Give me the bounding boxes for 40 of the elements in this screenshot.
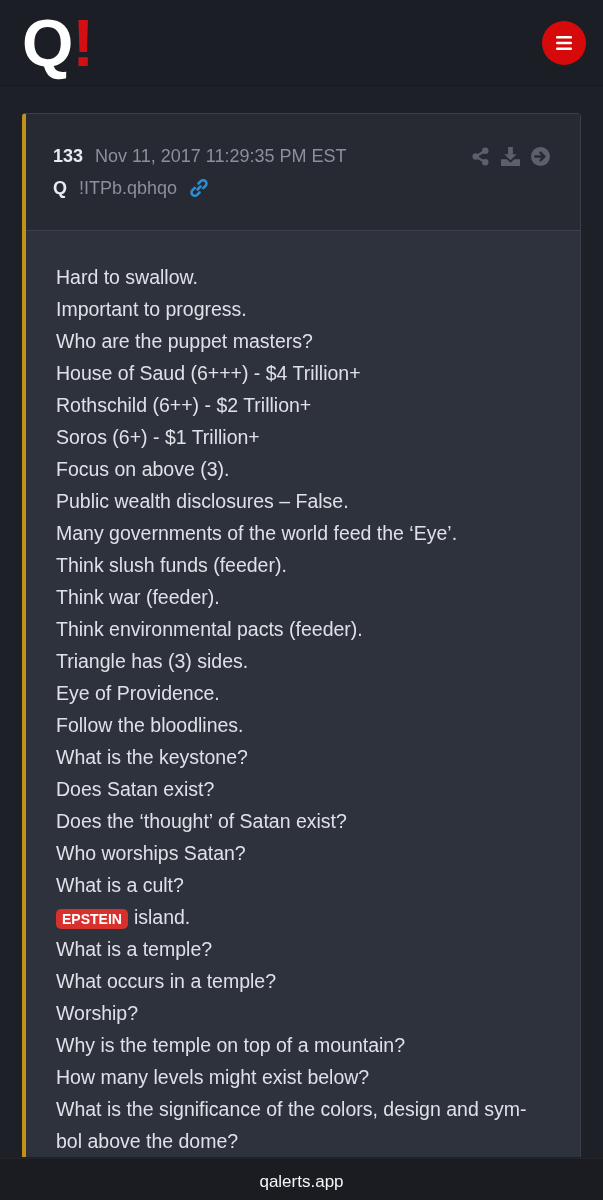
post-line: Think war (feeder). bbox=[56, 585, 221, 610]
post-line: House of Saud (6+++) - $4 Trillion+ bbox=[56, 361, 362, 386]
menu-button[interactable] bbox=[542, 20, 586, 65]
arrow-circle-icon[interactable] bbox=[531, 146, 550, 166]
post-line: Follow the bloodlines. bbox=[56, 713, 245, 738]
link-icon[interactable] bbox=[189, 178, 210, 198]
post-line: Public wealth disclosures – False. bbox=[56, 489, 350, 514]
menu-icon bbox=[556, 35, 572, 50]
author-name: Q bbox=[53, 177, 67, 199]
post-line: Rothschild (6++) - $2 Trillion+ bbox=[56, 393, 313, 418]
post-line: Worship? bbox=[56, 1001, 139, 1026]
post-line: Think environmental pacts (feeder). bbox=[56, 617, 364, 642]
post-number: 133 bbox=[53, 145, 84, 167]
post-line: What is the significance of the colors, design and sym- bbox=[56, 1097, 528, 1122]
post-line: What is a temple? bbox=[56, 937, 214, 962]
post-line: Important to progress. bbox=[56, 297, 248, 322]
post-timestamp: Nov 11, 2017 11:29:35 PM EST bbox=[95, 145, 347, 167]
post-line: Why is the temple on top of a mountain? bbox=[56, 1033, 407, 1058]
post-line: Triangle has (3) sides. bbox=[56, 649, 250, 674]
share-icon[interactable] bbox=[471, 146, 490, 166]
download-icon[interactable] bbox=[501, 146, 520, 166]
post-line: Many governments of the world feed the ‘Eye’. bbox=[56, 521, 459, 546]
post-line: Soros (6+) - $1 Trillion+ bbox=[56, 425, 261, 450]
post-line: What is a cult? bbox=[56, 873, 185, 898]
post-line: bol above the dome? bbox=[56, 1129, 240, 1154]
post-line: Hard to swallow. bbox=[56, 265, 199, 290]
post-line: island. bbox=[133, 905, 191, 930]
post-line: How many levels might exist below? bbox=[56, 1065, 371, 1090]
post-line: Does Satan exist? bbox=[56, 777, 216, 802]
url-text[interactable]: qalerts.app bbox=[259, 1171, 344, 1192]
post-line: Eye of Providence. bbox=[56, 681, 221, 706]
name-tag: EPSTEIN bbox=[56, 908, 128, 929]
post-line: Does the ‘thought’ of Satan exist? bbox=[56, 809, 348, 834]
post-line: Who are the puppet masters? bbox=[56, 329, 314, 354]
post-line: What is the keystone? bbox=[56, 745, 249, 770]
post-line: Who worships Satan? bbox=[56, 841, 247, 866]
tripcode: !ITPb.qbhqo bbox=[79, 177, 178, 199]
post-line: Focus on above (3). bbox=[56, 457, 231, 482]
post-line: What occurs in a temple? bbox=[56, 969, 277, 994]
post-line: Think slush funds (feeder). bbox=[56, 553, 288, 578]
